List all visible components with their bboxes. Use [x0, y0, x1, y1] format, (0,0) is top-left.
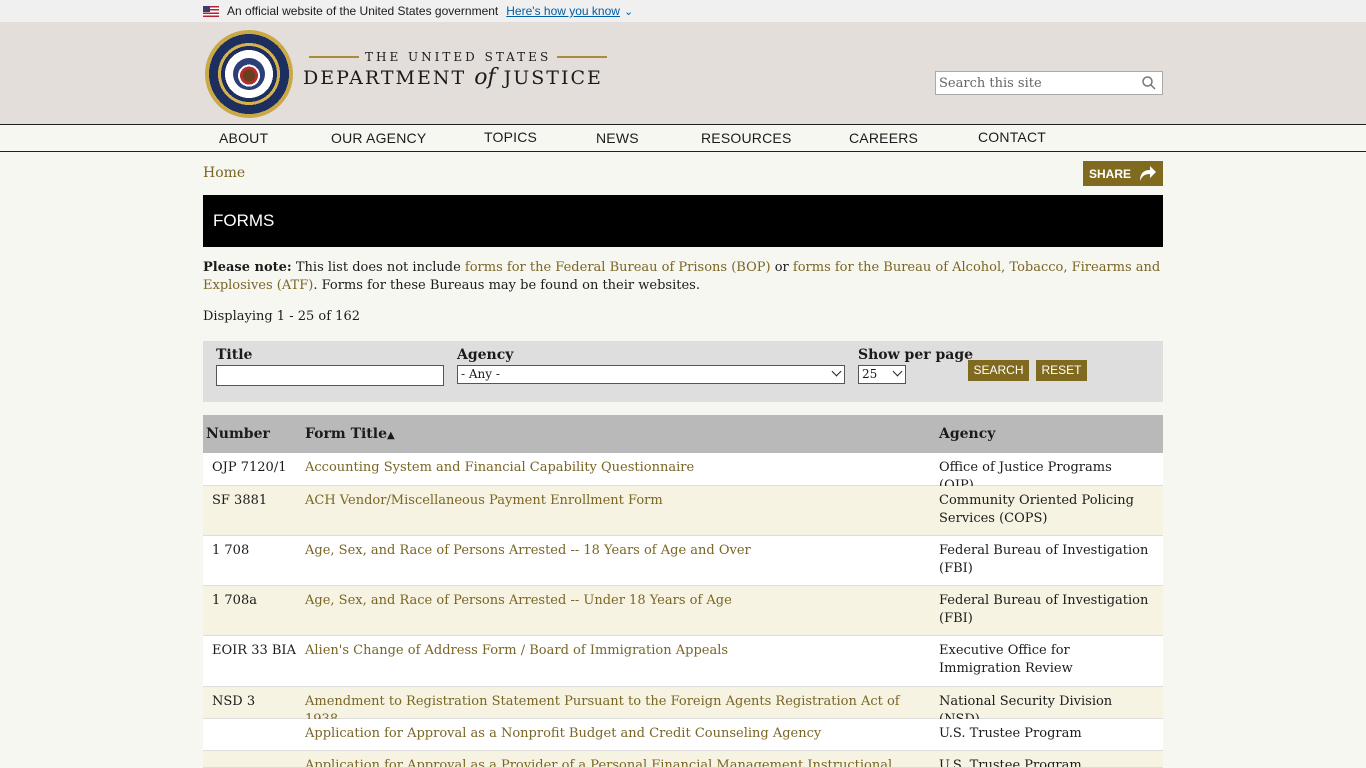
nav-contact[interactable]: CONTACT [978, 129, 1046, 145]
col-number[interactable]: Number [206, 426, 270, 442]
share-button[interactable]: SHARE [1083, 161, 1163, 186]
main-nav: ABOUT OUR AGENCY TOPICS NEWS RESOURCES C… [0, 126, 1366, 152]
search-button[interactable]: SEARCH [968, 360, 1029, 381]
table-row: 1 708 Age, Sex, and Race of Persons Arre… [203, 536, 1163, 586]
form-number: EOIR 33 BIA [212, 643, 296, 658]
nav-about[interactable]: ABOUT [219, 130, 268, 146]
perpage-label: Show per page [858, 347, 974, 363]
search-input[interactable] [936, 72, 1136, 94]
perpage-select[interactable]: 25 [858, 365, 906, 384]
nav-topics[interactable]: TOPICS [484, 129, 537, 145]
wordmark-top: THE UNITED STATES [365, 50, 552, 64]
agency-select-value: - Any - [461, 367, 500, 381]
table-row: EOIR 33 BIA Alien's Change of Address Fo… [203, 636, 1163, 687]
form-number: OJP 7120/1 [212, 460, 287, 475]
gov-banner: An official website of the United States… [0, 0, 1366, 22]
wordmark-justice: JUSTICE [503, 67, 603, 89]
nav-resources[interactable]: RESOURCES [701, 130, 791, 146]
result-count: Displaying 1 - 25 of 162 [203, 309, 360, 324]
wordmark-of: of [474, 65, 496, 90]
form-number: 1 708 [212, 543, 250, 558]
doj-seal-logo[interactable] [205, 30, 293, 118]
form-title-link[interactable]: ACH Vendor/Miscellaneous Payment Enrollm… [305, 492, 925, 510]
reset-button[interactable]: RESET [1036, 360, 1087, 381]
eagle-emblem [233, 58, 265, 90]
form-title-link[interactable]: Application for Approval as a Nonprofit … [305, 725, 925, 743]
page-title: FORMS [203, 195, 1163, 247]
share-arrow-icon [1140, 166, 1156, 181]
form-number: 1 708a [212, 593, 257, 608]
nav-careers[interactable]: CAREERS [849, 130, 918, 146]
form-title-link[interactable]: Age, Sex, and Race of Persons Arrested -… [305, 592, 925, 610]
nav-news[interactable]: NEWS [596, 130, 639, 146]
form-title-link[interactable]: Accounting System and Financial Capabili… [305, 459, 925, 477]
filter-bar: Title Agency - Any - Show per page 25 SE… [203, 341, 1163, 402]
nav-our-agency[interactable]: OUR AGENCY [331, 130, 426, 146]
site-search [935, 71, 1163, 95]
chevron-down-icon [892, 366, 903, 377]
agency-select[interactable]: - Any - [457, 365, 845, 384]
forms-note: Please note: This list does not include … [203, 260, 1161, 293]
chevron-down-icon[interactable]: ⌄ [624, 5, 633, 18]
sort-ascending-icon: ▲ [387, 430, 395, 441]
table-row: OJP 7120/1 Accounting System and Financi… [203, 453, 1163, 493]
form-agency: U.S. Trustee Program [939, 758, 1082, 768]
wordmark-department: DEPARTMENT [303, 67, 467, 89]
table-row: SF 3881 ACH Vendor/Miscellaneous Payment… [203, 486, 1163, 536]
breadcrumb-home[interactable]: Home [203, 165, 245, 181]
table-row: Application for Approval as a Nonprofit … [203, 719, 1163, 751]
form-agency: Community Oriented Policing Services (CO… [939, 493, 1134, 526]
heres-how-you-know-link[interactable]: Here's how you know [506, 4, 620, 18]
search-icon[interactable] [1142, 76, 1156, 90]
perpage-value: 25 [862, 367, 878, 381]
form-agency: U.S. Trustee Program [939, 726, 1082, 741]
gov-banner-text: An official website of the United States… [227, 4, 499, 18]
form-title-link[interactable]: Alien's Change of Address Form / Board o… [305, 642, 925, 660]
table-row: 1 708a Age, Sex, and Race of Persons Arr… [203, 586, 1163, 636]
title-filter-input[interactable] [216, 365, 444, 386]
site-header: THE UNITED STATES DEPARTMENT of JUSTICE [0, 22, 1366, 125]
share-label: SHARE [1089, 166, 1132, 181]
form-agency: Federal Bureau of Investigation (FBI) [939, 543, 1149, 576]
table-row: Application for Approval as a Provider o… [203, 751, 1163, 768]
form-number: NSD 3 [212, 694, 256, 709]
doj-wordmark[interactable]: THE UNITED STATES DEPARTMENT of JUSTICE [303, 50, 613, 90]
form-title-link[interactable]: Application for Approval as a Provider o… [305, 757, 925, 767]
agency-filter-label: Agency [457, 347, 514, 363]
table-row: NSD 3 Amendment to Registration Statemen… [203, 687, 1163, 727]
us-flag-icon [203, 5, 219, 17]
title-filter-label: Title [216, 347, 253, 363]
form-agency: Executive Office for Immigration Review [939, 643, 1073, 676]
col-form-title[interactable]: Form Title▲ [305, 426, 395, 442]
col-agency[interactable]: Agency [939, 426, 995, 442]
form-number: SF 3881 [212, 493, 268, 508]
chevron-down-icon [831, 366, 842, 377]
table-header: Number Form Title▲ Agency [203, 415, 1163, 453]
form-title-link[interactable]: Age, Sex, and Race of Persons Arrested -… [305, 542, 925, 560]
form-agency: Federal Bureau of Investigation (FBI) [939, 593, 1149, 626]
note-label: Please note: [203, 260, 292, 275]
bop-forms-link[interactable]: forms for the Federal Bureau of Prisons … [465, 260, 771, 275]
